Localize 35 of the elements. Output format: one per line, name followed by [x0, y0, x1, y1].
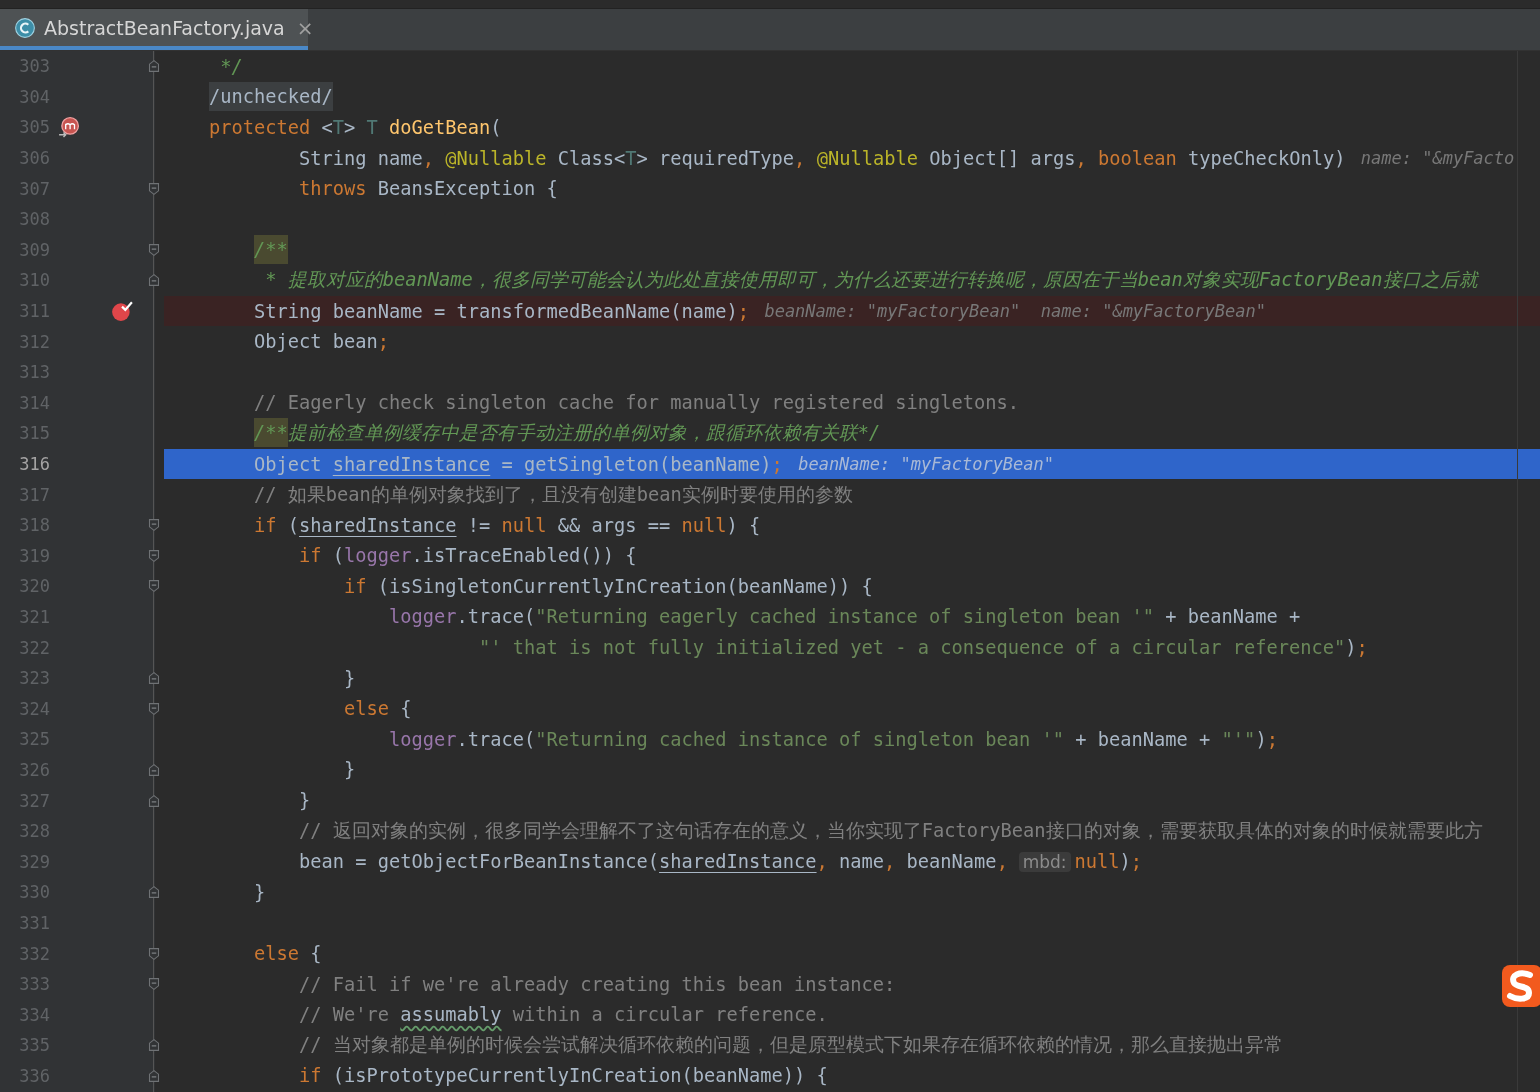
- code-text: }: [343, 759, 356, 781]
- code-text: // 如果bean的单例对象找到了，且没有创建bean实例时要使用的参数: [253, 482, 853, 507]
- code-text: protected <T> T doGetBean(: [208, 117, 502, 138]
- line-number: 316: [18, 454, 50, 474]
- parameter-hint: mbd:: [1018, 851, 1071, 872]
- code-text: * 提取对应的beanName，很多同学可能会认为此处直接使用即可，为什么还要进行转换呢，原因在于当bean对象实现FactoryBean接口之后就: [264, 268, 1478, 293]
- code-text: else {: [253, 943, 322, 964]
- code-text: if (isPrototypeCurrentlyInCreation(beanName)) {: [298, 1065, 828, 1087]
- code-text: bean = getObjectForBeanInstance(sharedInstance, name, beanName,: [298, 851, 1008, 873]
- code-text: if (isSingletonCurrentlyInCreation(beanName)) {: [343, 575, 873, 597]
- code-text: null);: [1074, 851, 1143, 873]
- inline-value-hint: name: "&myFacto: [1360, 148, 1515, 169]
- code-text: /**提前检查单例缓存中是否有手动注册的单例对象，跟循环依赖有关联*/: [164, 420, 881, 447]
- code-text: logger.trace("Returning eagerly cached instance of singleton bean '" + beanName +: [388, 606, 1301, 628]
- code-text: */: [219, 55, 243, 77]
- code-text: // Eagerly check singleton cache for manually registered singletons.: [253, 392, 1020, 414]
- code-text: logger.trace("Returning cached instance of singleton bean '" + beanName + "'");: [388, 728, 1278, 750]
- code-text: if (sharedInstance != null && args == null) {: [253, 514, 761, 536]
- code-text: }: [343, 667, 356, 689]
- code-text: String beanName = transformedBeanName(name);: [253, 300, 750, 322]
- code-text: String name, @Nullable Class<T> requiredType, @Nullable Object[] args, boolean typeCheckOnly): [298, 147, 1346, 169]
- code-text: Object bean;: [253, 331, 390, 353]
- code-text: }: [298, 790, 311, 812]
- code-text: else {: [343, 698, 412, 720]
- code-text: // We're assumably within a circular reference.: [298, 1004, 828, 1026]
- inline-value-hint: beanName: "myFactoryBean": [798, 454, 1055, 474]
- code-text: throws BeansException {: [298, 178, 558, 200]
- code-text: "' that is not fully initialized yet - a consequence of a circular reference");: [478, 637, 1368, 659]
- code-text: Object sharedInstance = getSingleton(beanName);: [253, 453, 783, 475]
- code-text: }: [253, 881, 266, 903]
- code-text: // 当对象都是单例的时候会尝试解决循环依赖的问题，但是原型模式下如果存在循环依赖的情况，那么直接抛出异常: [298, 1033, 1283, 1058]
- code-text: // 返回对象的实例，很多同学会理解不了这句话存在的意义，当你实现了FactoryBean接口的对象，需要获取具体的对象的时候就需要此方: [298, 819, 1483, 844]
- inline-value-hint: beanName: "myFactoryBean" name: "&myFactoryBean": [764, 301, 1266, 322]
- code-text: // Fail if we're already creating this bean instance:: [298, 973, 896, 995]
- code-text: if (logger.isTraceEnabled()) {: [298, 545, 637, 567]
